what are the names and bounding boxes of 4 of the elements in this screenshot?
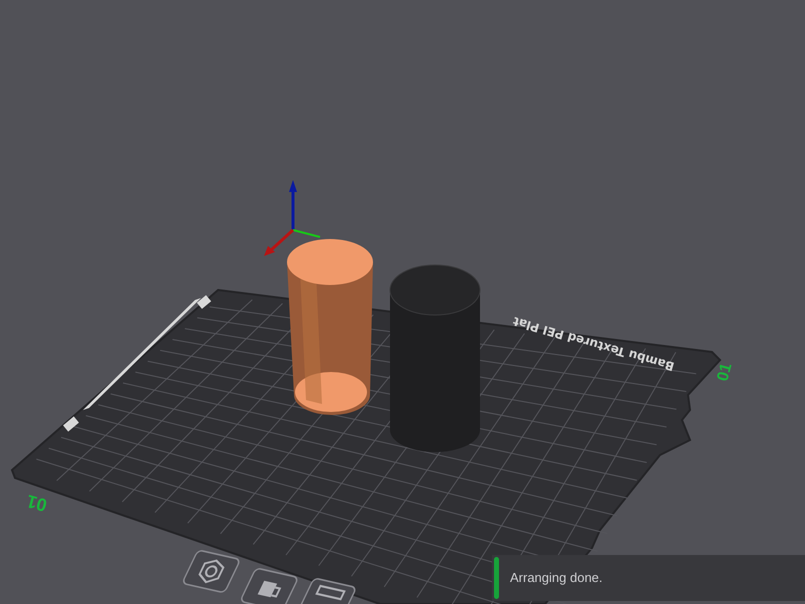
- status-bar-indicator: [494, 557, 499, 599]
- notification-text: Arranging done.: [510, 569, 603, 588]
- plate-number-label: 01: [24, 490, 50, 516]
- plate-number-label: 01: [714, 361, 736, 384]
